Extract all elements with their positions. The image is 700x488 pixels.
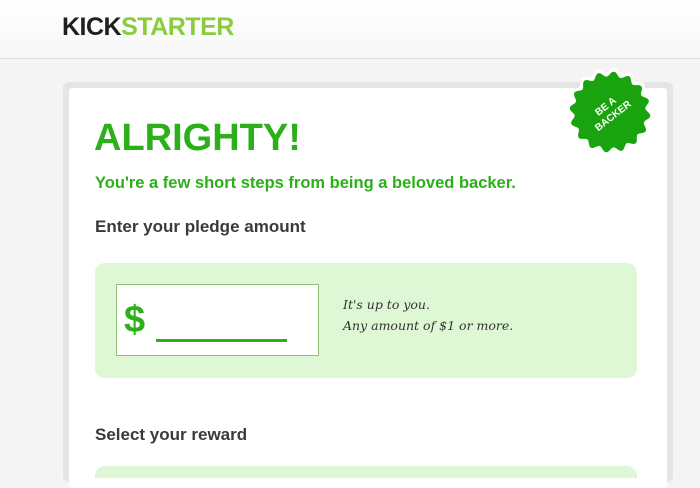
currency-symbol: $ [124,299,146,341]
pledge-section-heading: Enter your pledge amount [95,217,306,236]
be-a-backer-badge: BE A BACKER [564,66,656,158]
reward-options-panel [95,466,637,478]
pledge-hint-line-1: It's up to you. [343,297,430,312]
page-title: ALRIGHTY! [94,117,301,159]
reward-section-heading: Select your reward [95,425,248,444]
kickstarter-logo[interactable]: KICKSTARTER [62,12,234,42]
page-subtitle: You're a few short steps from being a be… [95,174,516,192]
badge-seal-icon: BE A BACKER [565,67,655,157]
logo-text-kick: KICK [62,13,122,41]
logo-text-starter: STARTER [121,13,234,41]
pledge-hint-line-2: Any amount of $1 or more. [343,318,514,333]
top-navigation-bar: KICKSTARTER [0,0,700,59]
pledge-amount-input[interactable] [156,300,287,342]
